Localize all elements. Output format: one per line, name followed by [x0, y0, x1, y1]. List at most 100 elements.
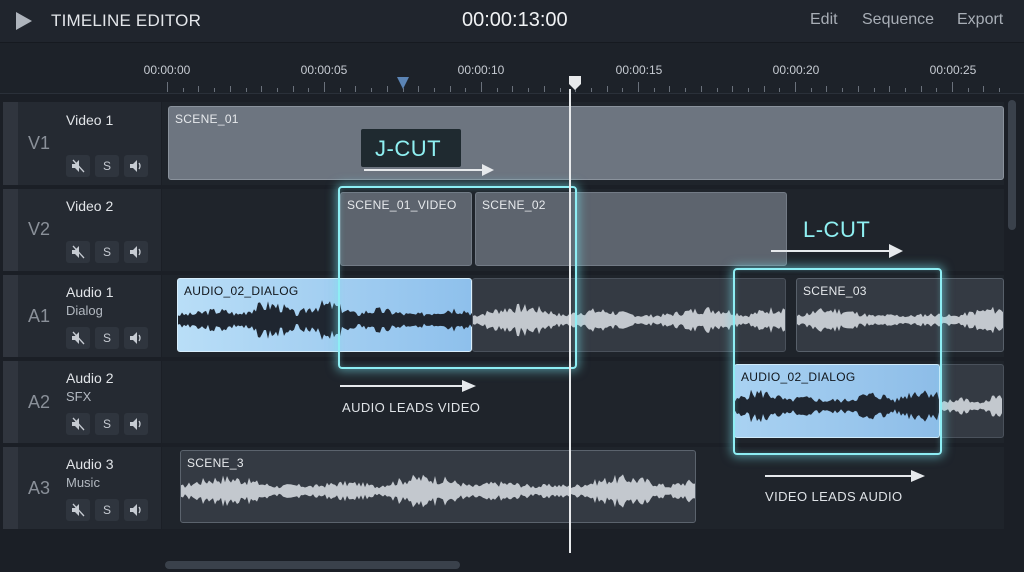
ruler-tick — [308, 88, 310, 92]
speaker-mute-icon — [72, 331, 85, 345]
ruler-tick — [638, 82, 639, 92]
ruler-tick — [967, 88, 969, 92]
jcut-arrow-icon — [364, 164, 494, 176]
in-point-marker-icon[interactable] — [396, 76, 410, 90]
mute-button[interactable] — [66, 327, 90, 349]
ruler-tick — [936, 88, 938, 92]
speaker-volume-icon — [130, 332, 141, 344]
track-subtitle-a2: SFX — [66, 389, 92, 404]
ruler-tick — [889, 86, 891, 92]
track-color-strip — [3, 275, 18, 357]
lcut-highlight-box — [733, 268, 942, 455]
ruler-tick — [276, 88, 278, 92]
ruler-tick — [590, 88, 592, 92]
track-color-strip — [3, 447, 18, 529]
volume-button[interactable] — [124, 499, 148, 521]
ruler-tick — [292, 86, 294, 92]
lcut-label: L-CUT — [803, 217, 871, 242]
track-id-v2: V2 — [28, 219, 51, 239]
track-color-strip — [3, 102, 18, 185]
ruler-tick — [826, 86, 828, 92]
menu-edit[interactable]: Edit — [810, 11, 838, 29]
app-title: TIMELINE EDITOR — [51, 11, 202, 30]
ruler-tick — [371, 88, 373, 92]
ruler-tick — [449, 86, 451, 92]
lcut-caption: VIDEO LEADS AUDIO — [765, 489, 903, 504]
ruler-tick — [810, 88, 812, 92]
ruler-tick — [324, 82, 325, 92]
mute-button[interactable] — [66, 155, 90, 177]
volume-button[interactable] — [124, 413, 148, 435]
ruler-label: 00:00:05 — [300, 63, 348, 77]
video-leads-arrow-icon — [765, 470, 925, 482]
speaker-volume-icon — [130, 418, 141, 430]
ruler-label: 00:00:10 — [457, 63, 505, 77]
ruler-tick — [481, 82, 482, 92]
mute-button[interactable] — [66, 499, 90, 521]
ruler-tick — [261, 86, 263, 92]
speaker-volume-icon — [130, 160, 141, 172]
speaker-mute-icon — [72, 159, 85, 173]
menu-export[interactable]: Export — [957, 11, 1003, 29]
track-subtitle-a3: Music — [66, 475, 100, 490]
jcut-label: J-CUT — [375, 136, 442, 161]
ruler-label: 00:00:00 — [143, 63, 191, 77]
ruler-tick — [214, 88, 216, 92]
ruler-tick — [543, 86, 545, 92]
solo-button[interactable]: S — [95, 499, 119, 521]
ruler-tick — [795, 82, 796, 92]
ruler-tick — [999, 88, 1001, 92]
track-color-strip — [3, 189, 18, 271]
ruler-tick — [952, 82, 953, 92]
ruler-tick — [873, 88, 875, 92]
ruler-tick — [418, 86, 420, 92]
ruler-tick — [747, 88, 749, 92]
waveform-a2-tail — [940, 395, 1002, 417]
ruler-tick — [512, 86, 514, 92]
clip-v1-scene01[interactable]: SCENE_01 — [168, 106, 1004, 180]
ruler-tick — [198, 86, 200, 92]
ruler-tick — [732, 86, 734, 92]
lcut-arrow-icon — [771, 244, 903, 258]
solo-button[interactable]: S — [95, 241, 119, 263]
jcut-highlight-box — [338, 186, 577, 369]
ruler-tick — [559, 88, 561, 92]
menu-sequence[interactable]: Sequence — [862, 11, 934, 29]
volume-button[interactable] — [124, 327, 148, 349]
ruler-tick — [355, 86, 357, 92]
playhead-line[interactable] — [569, 89, 571, 553]
ruler-label: 00:00:25 — [929, 63, 977, 77]
mute-button[interactable] — [66, 413, 90, 435]
ruler-tick — [763, 86, 765, 92]
speaker-mute-icon — [72, 417, 85, 431]
ruler-label: 00:00:20 — [772, 63, 820, 77]
track-id-v1: V1 — [28, 133, 51, 153]
track-id-a3: A3 — [28, 478, 51, 498]
ruler-tick — [245, 88, 247, 92]
ruler-tick — [842, 88, 844, 92]
horizontal-scrollbar-thumb[interactable] — [165, 561, 460, 569]
ruler-tick — [983, 86, 985, 92]
volume-button[interactable] — [124, 155, 148, 177]
solo-button[interactable]: S — [95, 327, 119, 349]
track-id-a2: A2 — [28, 392, 51, 412]
timecode-display: 00:00:13:00 — [462, 9, 568, 31]
ruler-tick — [496, 88, 498, 92]
solo-button[interactable]: S — [95, 155, 119, 177]
track-id-a1: A1 — [28, 306, 51, 326]
ruler-tick — [779, 88, 781, 92]
speaker-mute-icon — [72, 503, 85, 517]
track-name-a3: Audio 3 — [66, 456, 114, 472]
ruler-tick — [433, 88, 435, 92]
solo-button[interactable]: S — [95, 413, 119, 435]
speaker-volume-icon — [130, 504, 141, 516]
vertical-scrollbar-thumb[interactable] — [1008, 100, 1016, 230]
mute-button[interactable] — [66, 241, 90, 263]
track-name-a1: Audio 1 — [66, 284, 114, 300]
play-icon[interactable] — [16, 12, 32, 30]
ruler-tick — [465, 88, 467, 92]
speaker-volume-icon — [130, 246, 141, 258]
ruler-tick — [700, 86, 702, 92]
volume-button[interactable] — [124, 241, 148, 263]
audio-leads-arrow-icon — [340, 380, 476, 392]
